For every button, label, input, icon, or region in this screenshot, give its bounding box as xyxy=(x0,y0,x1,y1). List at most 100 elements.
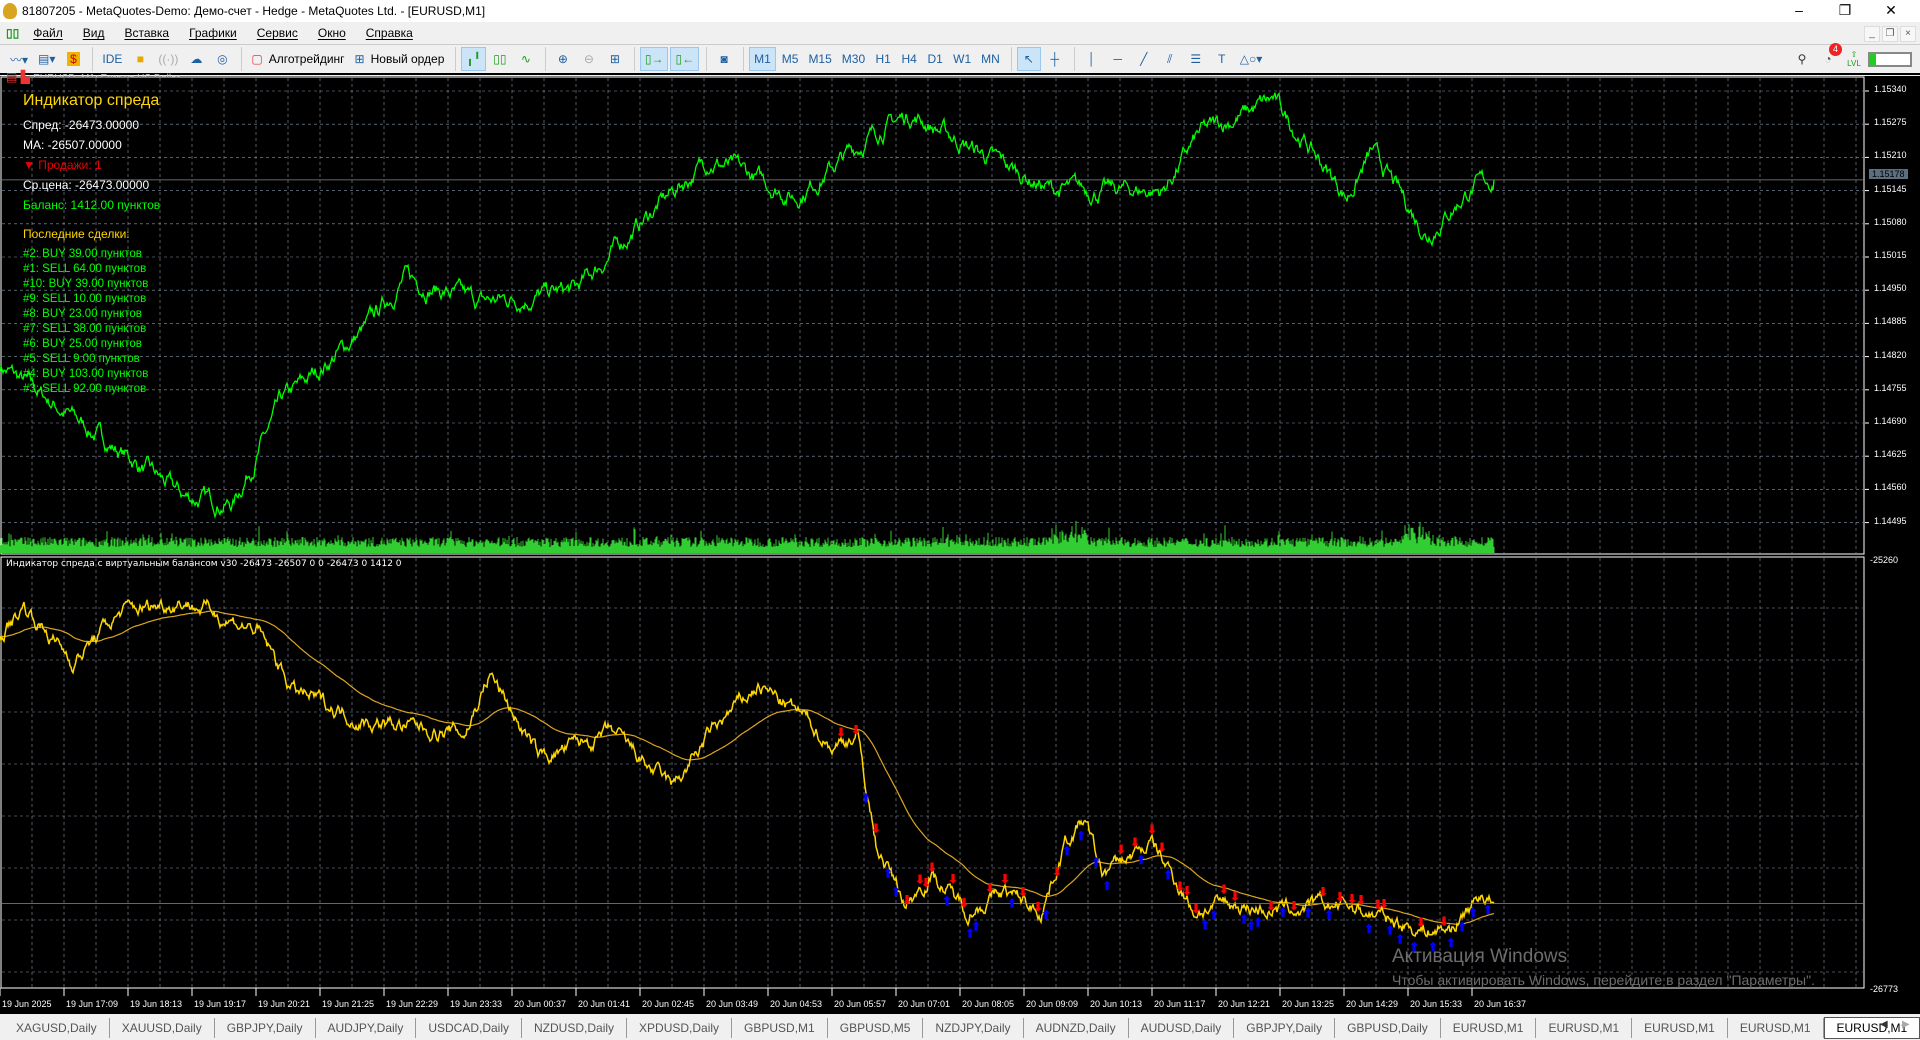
chart-tab[interactable]: AUDUSD,Daily xyxy=(1129,1017,1235,1038)
trendline-icon[interactable]: ╱ xyxy=(1132,47,1156,71)
chart-tab[interactable]: NZDUSD,Daily xyxy=(522,1017,628,1038)
sell-arrow: ⬇ xyxy=(1289,899,1299,913)
autoscroll-icon[interactable]: ▯→ xyxy=(639,47,669,71)
panel-ma: MA: -26507.00000 xyxy=(23,138,122,152)
cursor-icon[interactable]: ↖ xyxy=(1016,47,1041,71)
buy-arrow: ⬆ xyxy=(1209,908,1219,922)
algotrading-button[interactable]: ▢ Алготрейдинг xyxy=(247,47,348,71)
chart-tab[interactable]: GBPUSD,M5 xyxy=(828,1017,924,1038)
timeframe-m15[interactable]: M15 xyxy=(804,47,835,71)
screenshot-icon[interactable]: ◙ xyxy=(712,47,736,71)
chart-tab[interactable]: GBPUSD,M1 xyxy=(732,1017,828,1038)
trade-item: #2: BUY 39.00 пунктов xyxy=(23,248,142,260)
recent-trades-title: Последние сделки: xyxy=(23,227,130,241)
chart-tab[interactable]: XAGUSD,Daily xyxy=(4,1017,110,1038)
search-icon[interactable]: ⚲ xyxy=(1790,47,1814,71)
minimize-button[interactable]: – xyxy=(1776,0,1822,22)
chart-tab[interactable]: EURUSD,M1 xyxy=(1536,1017,1633,1038)
vps-cloud-icon[interactable]: ☁ xyxy=(184,47,208,71)
chart-tab[interactable]: AUDJPY,Daily xyxy=(316,1017,417,1038)
new-order-button[interactable]: ⊞ Новый ордер xyxy=(351,47,449,71)
chart-window[interactable]: ⬇ ⬇ ⬆ ⬇ ⬆ ⬆ ⬇ ⬇ ⬇ ⬇ ⬆ ⬇ ⬇ ⬆ ⬆ ⬇ ⬇ ⬆ ⬇ ⬇ ⬆ ⬇ ⬆ ⬆ ⬆ ⬆ ⬇ ⬇ ⬆ ⬇ ⬇ ⬆ ⬇ ⬇ ⬇ ⬆ ⬆ ⬇ ⬇ ⬆… xyxy=(0,70,1920,1014)
sell-arrow: ⬇ xyxy=(959,896,969,910)
chart-tab[interactable]: EURUSD,M1 xyxy=(1632,1017,1728,1038)
bar-chart-icon[interactable]: ╻╹ xyxy=(461,47,486,71)
chart-tab[interactable]: EURUSD,M1 xyxy=(1728,1017,1824,1038)
sub-axis-bottom: -26773 xyxy=(1870,984,1899,994)
chart-menu-icon[interactable]: ▯▯ xyxy=(6,26,19,40)
community-icon[interactable]: ◎ xyxy=(210,47,234,71)
shapes-icon[interactable]: △○▾ xyxy=(1236,47,1267,71)
tabs-scroll-left[interactable]: ◀ xyxy=(1880,1019,1888,1030)
sell-arrow: ⬇ xyxy=(985,881,995,895)
menu-view[interactable]: Вид xyxy=(83,26,105,40)
timeframe-mn[interactable]: MN xyxy=(977,47,1004,71)
plus-doc-icon: ⊞ xyxy=(354,52,365,66)
chart-tab[interactable]: EURUSD,M1 xyxy=(1441,1017,1537,1038)
chart-tabs: XAGUSD,Daily XAUUSD,Daily GBPJPY,Daily AUDJ… xyxy=(0,1015,1920,1040)
vertical-line-icon[interactable]: │ xyxy=(1080,47,1104,71)
chart-tab[interactable]: GBPJPY,Daily xyxy=(1234,1017,1336,1038)
timeframe-h1[interactable]: H1 xyxy=(871,47,895,71)
tabs-scroll-right[interactable]: ▶ xyxy=(1902,1019,1910,1030)
text-icon[interactable]: T xyxy=(1210,47,1234,71)
ide-button[interactable]: IDE xyxy=(98,47,126,71)
market-bag-icon[interactable]: ■ xyxy=(128,47,152,71)
timeframe-w1[interactable]: W1 xyxy=(949,47,975,71)
menu-window[interactable]: Окно xyxy=(318,26,346,40)
price-tick: 1.14820 xyxy=(1874,349,1907,360)
time-tick: 20 Jun 10:13 xyxy=(1090,999,1143,1009)
menu-insert[interactable]: Вставка xyxy=(124,26,169,40)
horizontal-line-icon[interactable]: ─ xyxy=(1106,47,1130,71)
timeframe-m1[interactable]: M1 xyxy=(749,47,776,71)
tile-windows-icon[interactable]: ⊞ xyxy=(603,47,627,71)
crosshair-icon[interactable]: ┼ xyxy=(1043,47,1067,71)
chart-tab[interactable]: GBPJPY,Daily xyxy=(215,1017,316,1038)
zoom-in-icon[interactable]: ⊕ xyxy=(551,47,575,71)
chart-restore-button[interactable]: ❐ xyxy=(1882,26,1898,42)
line-chart-icon[interactable]: ∿ xyxy=(514,47,538,71)
new-chart-icon[interactable]: 〰▾ xyxy=(6,47,32,71)
dollar-icon[interactable]: $ xyxy=(61,47,85,71)
signals-icon[interactable]: ((·)) xyxy=(154,47,182,71)
chart-tab[interactable]: XPDUSD,Daily xyxy=(627,1017,733,1038)
chart-tab[interactable]: AUDNZD,Daily xyxy=(1024,1017,1129,1038)
menu-help[interactable]: Справка xyxy=(366,26,413,40)
buy-arrow: ⬆ xyxy=(1385,924,1395,938)
restore-button[interactable]: ❐ xyxy=(1822,0,1868,22)
chart-minimize-button[interactable]: _ xyxy=(1864,26,1880,42)
menu-charts[interactable]: Графики xyxy=(189,26,237,40)
timeframe-d1[interactable]: D1 xyxy=(923,47,947,71)
menu-file[interactable]: Файл xyxy=(33,26,63,40)
timeframe-m30[interactable]: M30 xyxy=(838,47,869,71)
chart-tab[interactable]: XAUUSD,Daily xyxy=(110,1017,215,1038)
time-tick: 20 Jun 03:49 xyxy=(706,999,759,1009)
chart-tab[interactable]: NZDJPY,Daily xyxy=(923,1017,1024,1038)
level-icon[interactable]: ⇧ LVL xyxy=(1842,47,1866,71)
sell-arrow: ⬇ xyxy=(1318,885,1328,899)
time-tick: 20 Jun 12:21 xyxy=(1218,999,1271,1009)
chart-close-button[interactable]: × xyxy=(1900,26,1916,42)
timeframe-m5[interactable]: M5 xyxy=(778,47,803,71)
chart-shift-icon[interactable]: ▯← xyxy=(670,47,700,71)
sell-arrow: ⬇ xyxy=(902,893,912,907)
panel-spread: Спред: -26473.00000 xyxy=(23,118,139,132)
time-tick: 20 Jun 05:57 xyxy=(834,999,887,1009)
trade-item: #6: BUY 25.00 пунктов xyxy=(23,338,142,350)
menu-tools[interactable]: Сервис xyxy=(257,26,298,40)
chart-tab[interactable]: GBPUSD,Daily xyxy=(1335,1017,1441,1038)
panel-balance: Баланс: 1412.00 пунктов xyxy=(23,198,161,212)
candlestick-icon[interactable]: ▯▯ xyxy=(488,47,512,71)
indicators-icon[interactable]: ▤▾ xyxy=(34,47,59,71)
notifications-icon[interactable]: ◔ 4 xyxy=(1816,43,1842,71)
close-button[interactable]: ✕ xyxy=(1868,0,1914,22)
chart-tab[interactable]: USDCAD,Daily xyxy=(416,1017,523,1038)
buy-arrow: ⬆ xyxy=(1253,916,1263,930)
zoom-out-icon[interactable]: ⊖ xyxy=(577,47,601,71)
buy-arrow: ⬆ xyxy=(1278,905,1288,919)
timeframe-h4[interactable]: H4 xyxy=(897,47,921,71)
fibonacci-icon[interactable]: ☰ xyxy=(1184,47,1208,71)
channel-icon[interactable]: ⫽ xyxy=(1158,47,1182,71)
sell-arrow: ⬇ xyxy=(1379,897,1389,911)
chart-canvas[interactable]: ⬇ ⬇⬆⬇⬆⬆⬇⬇⬇⬇⬆⬇⬇⬆⬆⬇⬇⬆⬇⬇⬆⬇⬆⬆⬆⬆⬇ ⬇⬆⬇⬇⬆⬇⬇⬇⬆⬆⬇⬇⬆… xyxy=(0,76,1920,1014)
